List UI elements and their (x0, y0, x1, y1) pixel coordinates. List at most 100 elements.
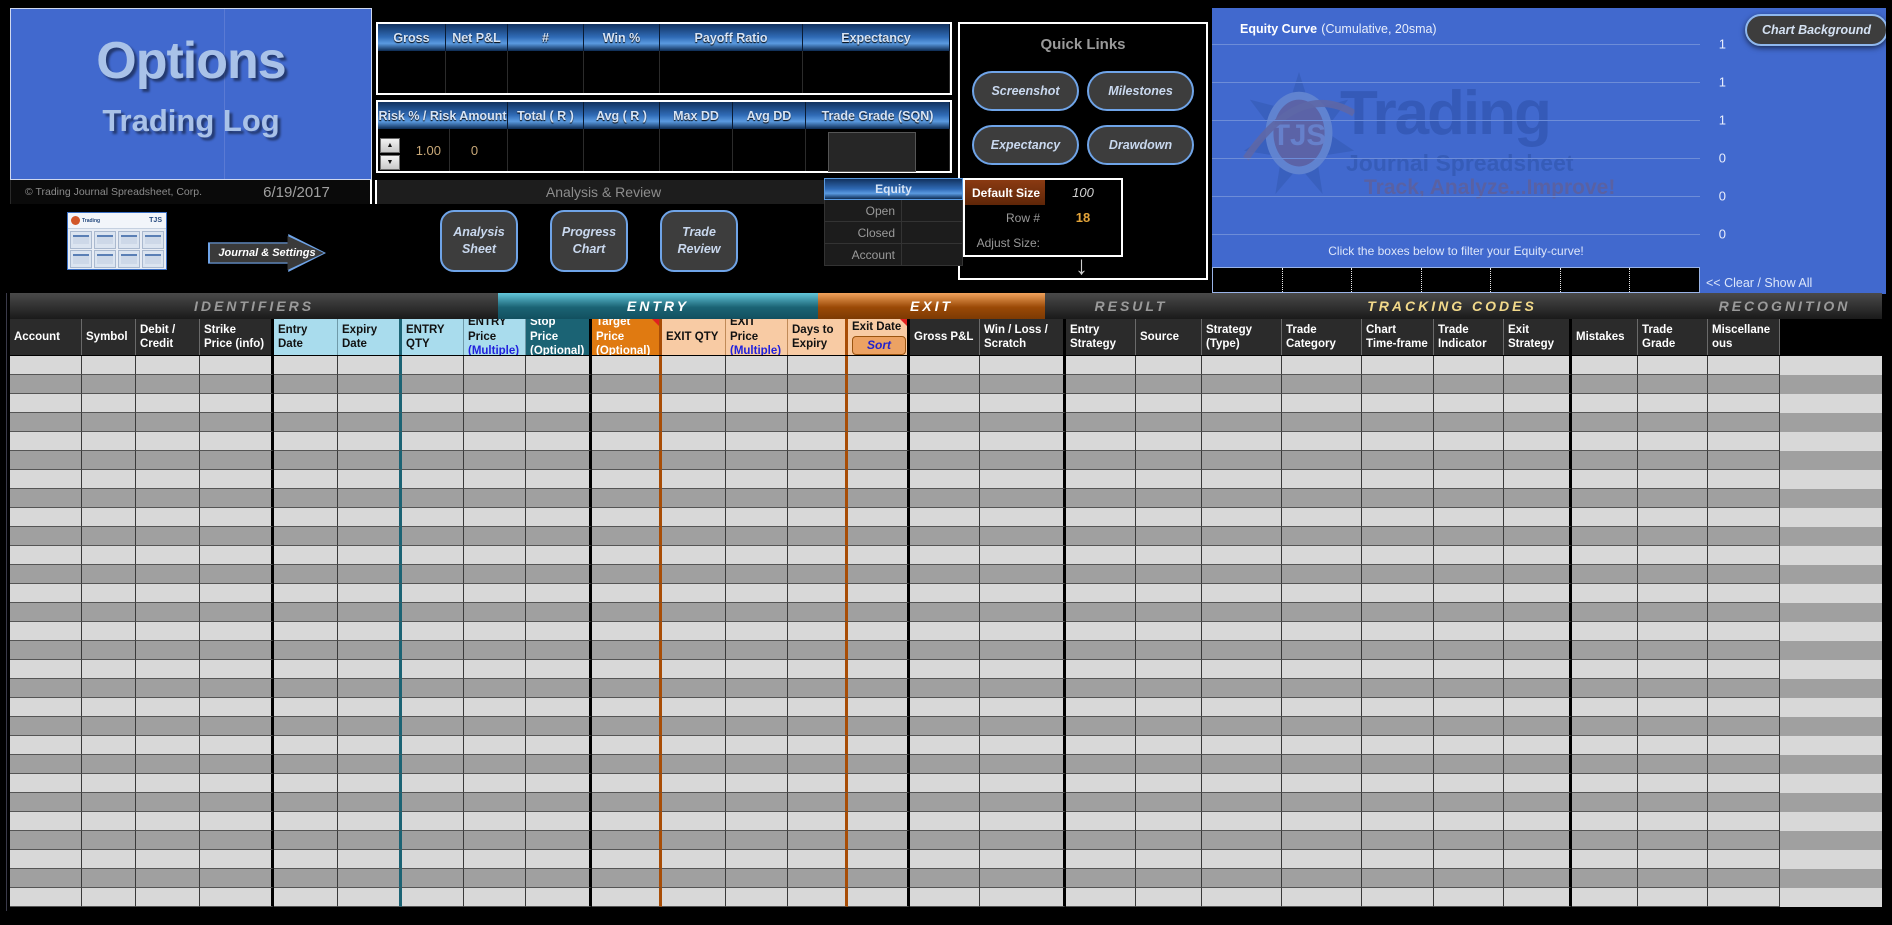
table-cell[interactable] (592, 812, 662, 831)
table-cell[interactable] (1638, 527, 1708, 546)
table-cell[interactable] (274, 508, 338, 527)
table-cell[interactable] (464, 736, 526, 755)
table-cell[interactable] (980, 755, 1066, 774)
table-cell[interactable] (464, 755, 526, 774)
table-cell[interactable] (1282, 793, 1362, 812)
table-cell[interactable] (526, 888, 592, 907)
table-cell[interactable] (526, 603, 592, 622)
table-cell[interactable] (592, 413, 662, 432)
table-cell[interactable] (662, 394, 726, 413)
table-cell[interactable] (82, 508, 136, 527)
table-cell[interactable] (1136, 736, 1202, 755)
table-cell[interactable] (274, 698, 338, 717)
table-cell[interactable] (662, 641, 726, 660)
table-cell[interactable] (338, 527, 402, 546)
table-cell[interactable] (1362, 356, 1434, 375)
table-cell[interactable] (338, 413, 402, 432)
table-cell[interactable] (1066, 831, 1136, 850)
table-cell[interactable] (1066, 698, 1136, 717)
table-cell[interactable] (200, 565, 274, 584)
table-cell[interactable] (1572, 660, 1638, 679)
table-cell[interactable] (1708, 888, 1780, 907)
table-cell[interactable] (910, 774, 980, 793)
table-cell[interactable] (402, 812, 464, 831)
table-cell[interactable] (464, 413, 526, 432)
column-header-miscellane-ous[interactable]: Miscellane ous (1708, 319, 1780, 355)
table-cell[interactable] (1638, 736, 1708, 755)
table-cell[interactable] (1504, 489, 1572, 508)
product-thumbnail[interactable]: Trading TJS (67, 212, 167, 270)
table-cell[interactable] (1202, 584, 1282, 603)
table-cell[interactable] (1136, 375, 1202, 394)
table-cell[interactable] (1434, 698, 1504, 717)
metric-value-payoff-ratio[interactable] (660, 51, 803, 93)
table-cell[interactable] (662, 356, 726, 375)
table-cell[interactable] (662, 508, 726, 527)
table-cell[interactable] (82, 869, 136, 888)
table-cell[interactable] (274, 755, 338, 774)
table-cell[interactable] (1362, 755, 1434, 774)
table-cell[interactable] (1572, 356, 1638, 375)
table-cell[interactable] (592, 869, 662, 888)
table-row[interactable] (10, 565, 1882, 584)
table-cell[interactable] (848, 584, 910, 603)
table-cell[interactable] (82, 660, 136, 679)
table-cell[interactable] (788, 356, 848, 375)
column-header-trade-indicator[interactable]: Trade Indicator (1434, 319, 1504, 355)
table-cell[interactable] (1572, 565, 1638, 584)
table-cell[interactable] (592, 679, 662, 698)
table-cell[interactable] (592, 831, 662, 850)
table-cell[interactable] (10, 565, 82, 584)
table-cell[interactable] (136, 698, 200, 717)
table-cell[interactable] (848, 641, 910, 660)
table-cell[interactable] (136, 565, 200, 584)
table-cell[interactable] (848, 603, 910, 622)
table-cell[interactable] (1572, 888, 1638, 907)
table-cell[interactable] (1434, 622, 1504, 641)
table-cell[interactable] (1202, 622, 1282, 641)
table-cell[interactable] (1434, 869, 1504, 888)
table-cell[interactable] (402, 413, 464, 432)
table-cell[interactable] (338, 717, 402, 736)
table-cell[interactable] (200, 793, 274, 812)
column-header-stop-price-optional[interactable]: Stop Price (Optional) (526, 319, 592, 355)
table-cell[interactable] (526, 793, 592, 812)
table-cell[interactable] (1638, 793, 1708, 812)
table-cell[interactable] (1708, 413, 1780, 432)
table-cell[interactable] (848, 717, 910, 736)
stepper-down-icon[interactable]: ▼ (380, 155, 400, 170)
table-cell[interactable] (338, 755, 402, 774)
chart-background-button[interactable]: Chart Background (1745, 14, 1888, 46)
table-cell[interactable] (402, 736, 464, 755)
table-cell[interactable] (1136, 793, 1202, 812)
table-cell[interactable] (274, 888, 338, 907)
table-row[interactable] (10, 394, 1882, 413)
table-cell[interactable] (1572, 774, 1638, 793)
table-row[interactable] (10, 698, 1882, 717)
table-cell[interactable] (910, 793, 980, 812)
table-cell[interactable] (788, 736, 848, 755)
table-cell[interactable] (1202, 641, 1282, 660)
table-cell[interactable] (1202, 489, 1282, 508)
table-cell[interactable] (1066, 679, 1136, 698)
table-cell[interactable] (1282, 698, 1362, 717)
table-cell[interactable] (338, 375, 402, 394)
table-cell[interactable] (1708, 850, 1780, 869)
table-cell[interactable] (338, 774, 402, 793)
table-cell[interactable] (1202, 565, 1282, 584)
table-cell[interactable] (10, 717, 82, 736)
table-cell[interactable] (1504, 508, 1572, 527)
table-cell[interactable] (526, 812, 592, 831)
table-cell[interactable] (1282, 546, 1362, 565)
table-cell[interactable] (274, 774, 338, 793)
table-cell[interactable] (200, 394, 274, 413)
table-cell[interactable] (1202, 527, 1282, 546)
table-cell[interactable] (662, 546, 726, 565)
table-cell[interactable] (1708, 717, 1780, 736)
table-cell[interactable] (1136, 717, 1202, 736)
table-cell[interactable] (662, 470, 726, 489)
table-cell[interactable] (1066, 755, 1136, 774)
table-cell[interactable] (10, 451, 82, 470)
table-cell[interactable] (788, 470, 848, 489)
table-cell[interactable] (10, 489, 82, 508)
